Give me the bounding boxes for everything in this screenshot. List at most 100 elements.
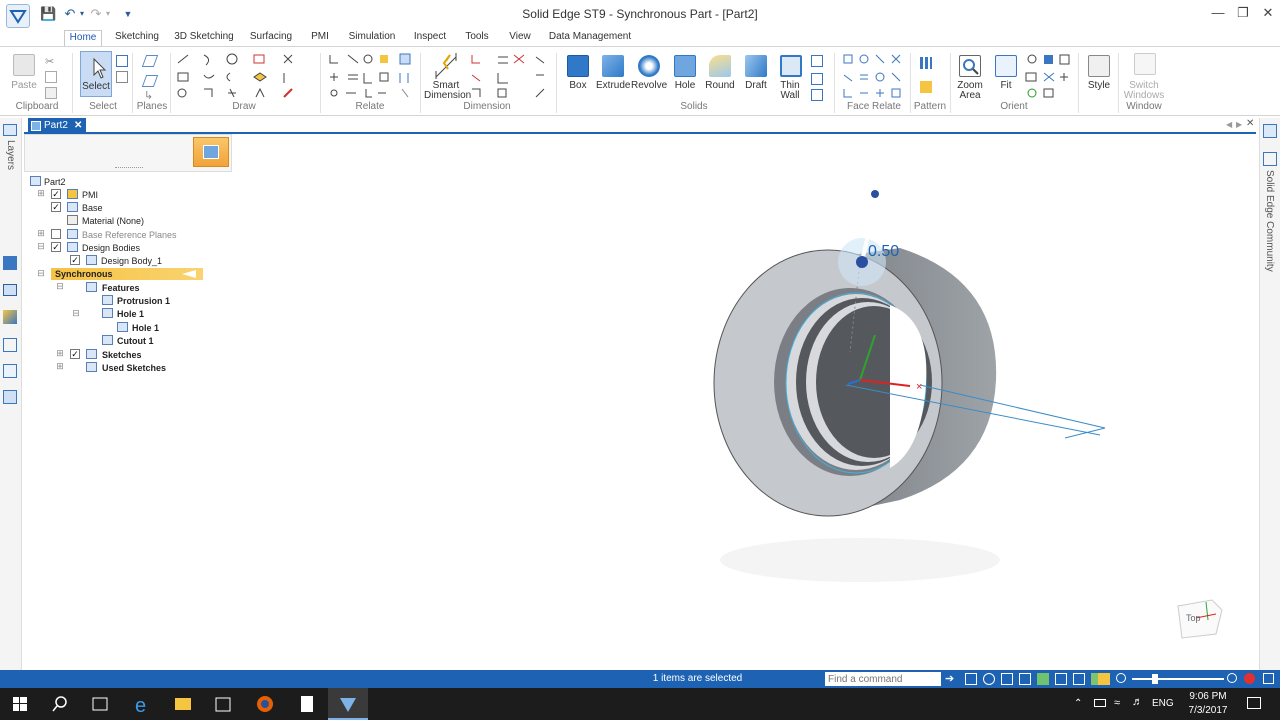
- sketches-checkbox[interactable]: ✓: [70, 349, 80, 359]
- maximize-button[interactable]: ❐: [1231, 4, 1255, 22]
- expand-used-sketches-icon[interactable]: ⊞: [56, 362, 64, 371]
- hole-icon[interactable]: [674, 55, 696, 77]
- fit-view-icon[interactable]: [965, 673, 977, 685]
- community-home-icon[interactable]: [1263, 124, 1277, 138]
- tree-item-base-reference-planes[interactable]: Base Reference Planes: [82, 229, 177, 241]
- store-icon[interactable]: [203, 688, 243, 720]
- minimize-button[interactable]: —: [1206, 4, 1230, 22]
- 3d-viewport[interactable]: × 0.50: [600, 170, 1160, 610]
- collapse-synchronous-icon[interactable]: ⊟: [37, 269, 45, 278]
- draft-icon[interactable]: [745, 55, 767, 77]
- edge-browser-icon[interactable]: e: [122, 688, 162, 720]
- zoom-slider-track[interactable]: [1132, 678, 1224, 680]
- dimension-tools-icons[interactable]: [470, 53, 550, 99]
- face-relate-icons[interactable]: [842, 53, 906, 99]
- solids-extra-2-icon[interactable]: [811, 73, 823, 85]
- tree-item-protrusion-1[interactable]: Protrusion 1: [117, 295, 170, 307]
- selection-manager-icon[interactable]: [116, 71, 128, 83]
- zoom-area-icon[interactable]: [959, 55, 981, 77]
- rotate-icon[interactable]: [1037, 673, 1049, 685]
- draw-tools-icons[interactable]: [176, 53, 300, 99]
- cut-icon[interactable]: ✂: [45, 55, 57, 68]
- sketch-view-icon[interactable]: [1055, 673, 1067, 685]
- zoom-area-status-icon[interactable]: [1001, 673, 1013, 685]
- tree-item-cutout-1[interactable]: Cutout 1: [117, 335, 154, 347]
- clock[interactable]: 9:06 PM 7/3/2017: [1186, 690, 1230, 718]
- tree-item-used-sketches[interactable]: Used Sketches: [102, 362, 166, 374]
- layers-icon[interactable]: [3, 310, 17, 324]
- pathfinder-splitter[interactable]: [115, 167, 143, 170]
- view-cube[interactable]: Top: [1176, 596, 1226, 640]
- tab-inspect[interactable]: Inspect: [410, 30, 450, 46]
- search-icon[interactable]: [40, 688, 80, 720]
- style-icon[interactable]: [1088, 55, 1110, 77]
- tree-item-sketches[interactable]: Sketches: [102, 349, 142, 361]
- solid-edge-taskbar-icon[interactable]: [328, 688, 368, 720]
- expand-sketches-icon[interactable]: ⊞: [56, 349, 64, 358]
- fit-icon[interactable]: [995, 55, 1017, 77]
- tree-item-design-bodies[interactable]: Design Bodies: [82, 242, 140, 254]
- tab-view[interactable]: View: [504, 30, 536, 46]
- tab-data-management[interactable]: Data Management: [546, 30, 634, 46]
- mirror-icon[interactable]: [920, 81, 932, 93]
- wifi-icon[interactable]: ≈: [1114, 697, 1120, 709]
- close-button[interactable]: ✕: [1256, 4, 1280, 22]
- collapse-features-icon[interactable]: ⊟: [56, 282, 64, 291]
- tab-tools[interactable]: Tools: [460, 30, 494, 46]
- switch-windows-icon[interactable]: [1134, 53, 1156, 75]
- language-indicator[interactable]: ENG: [1152, 698, 1174, 709]
- zoom-icon[interactable]: [983, 673, 995, 685]
- tree-item-hole-1[interactable]: Hole 1: [117, 308, 144, 320]
- reports-icon[interactable]: [3, 338, 17, 352]
- calculator-icon[interactable]: [287, 688, 327, 720]
- pattern-icon[interactable]: [920, 57, 932, 69]
- select-button[interactable]: Select: [80, 51, 112, 97]
- round-icon[interactable]: [709, 55, 731, 77]
- tree-item-material[interactable]: Material (None): [82, 215, 144, 227]
- tree-item-hole-1-child[interactable]: Hole 1: [132, 322, 159, 334]
- community-panel-icon[interactable]: [1263, 152, 1277, 166]
- tree-item-pmi[interactable]: PMI: [82, 189, 98, 201]
- base-planes-checkbox[interactable]: [51, 229, 61, 239]
- close-all-icon[interactable]: ✕: [1246, 118, 1254, 129]
- sensors-icon[interactable]: [3, 390, 17, 404]
- tree-root-part2[interactable]: Part2: [44, 176, 66, 188]
- solids-extra-1-icon[interactable]: [811, 55, 823, 67]
- lcs-icon[interactable]: ↳: [144, 89, 156, 102]
- steering-wheel-knob[interactable]: [871, 190, 879, 198]
- base-checkbox[interactable]: ✓: [51, 202, 61, 212]
- orient-tools-icons[interactable]: [1024, 53, 1074, 99]
- start-button[interactable]: [0, 688, 40, 720]
- layers-label[interactable]: Layers: [5, 140, 16, 170]
- tab-home[interactable]: Home: [64, 30, 102, 46]
- smart-dimension-icon[interactable]: [432, 51, 460, 81]
- extrude-icon[interactable]: [602, 55, 624, 77]
- view-orientation-icon[interactable]: [1073, 673, 1085, 685]
- paste-icon[interactable]: [13, 54, 35, 76]
- document-tab-part2[interactable]: Part2 ✕: [28, 118, 86, 134]
- scroll-right-icon[interactable]: ▶: [1236, 120, 1242, 129]
- zoom-in-icon[interactable]: [1227, 673, 1237, 683]
- battery-icon[interactable]: [1094, 699, 1106, 707]
- solids-extra-3-icon[interactable]: [811, 89, 823, 101]
- copy-icon[interactable]: [45, 71, 57, 83]
- zoom-slider-thumb[interactable]: [1152, 674, 1158, 684]
- collapse-design-bodies-icon[interactable]: ⊟: [37, 242, 45, 251]
- collapse-hole-1-icon[interactable]: ⊟: [72, 309, 80, 318]
- more-planes-icon[interactable]: [141, 75, 159, 87]
- scroll-left-icon[interactable]: ◀: [1226, 120, 1232, 129]
- tab-3d-sketching[interactable]: 3D Sketching: [172, 30, 236, 46]
- design-body-1-checkbox[interactable]: ✓: [70, 255, 80, 265]
- dimension-value[interactable]: 0.50: [868, 243, 899, 260]
- feature-library-icon[interactable]: [3, 256, 17, 270]
- record-icon[interactable]: [1244, 673, 1255, 684]
- pmi-checkbox[interactable]: ✓: [51, 189, 61, 199]
- tab-pmi[interactable]: PMI: [306, 30, 334, 46]
- steering-wheel-origin[interactable]: [856, 256, 868, 268]
- tree-item-synchronous[interactable]: Synchronous: [55, 268, 113, 280]
- action-center-icon[interactable]: [1247, 697, 1261, 709]
- zoom-out-icon[interactable]: [1116, 673, 1126, 683]
- pathfinder-tab-icon[interactable]: [3, 124, 17, 136]
- solid-edge-community-label[interactable]: Solid Edge Community: [1264, 170, 1275, 272]
- tree-item-base[interactable]: Base: [82, 202, 103, 214]
